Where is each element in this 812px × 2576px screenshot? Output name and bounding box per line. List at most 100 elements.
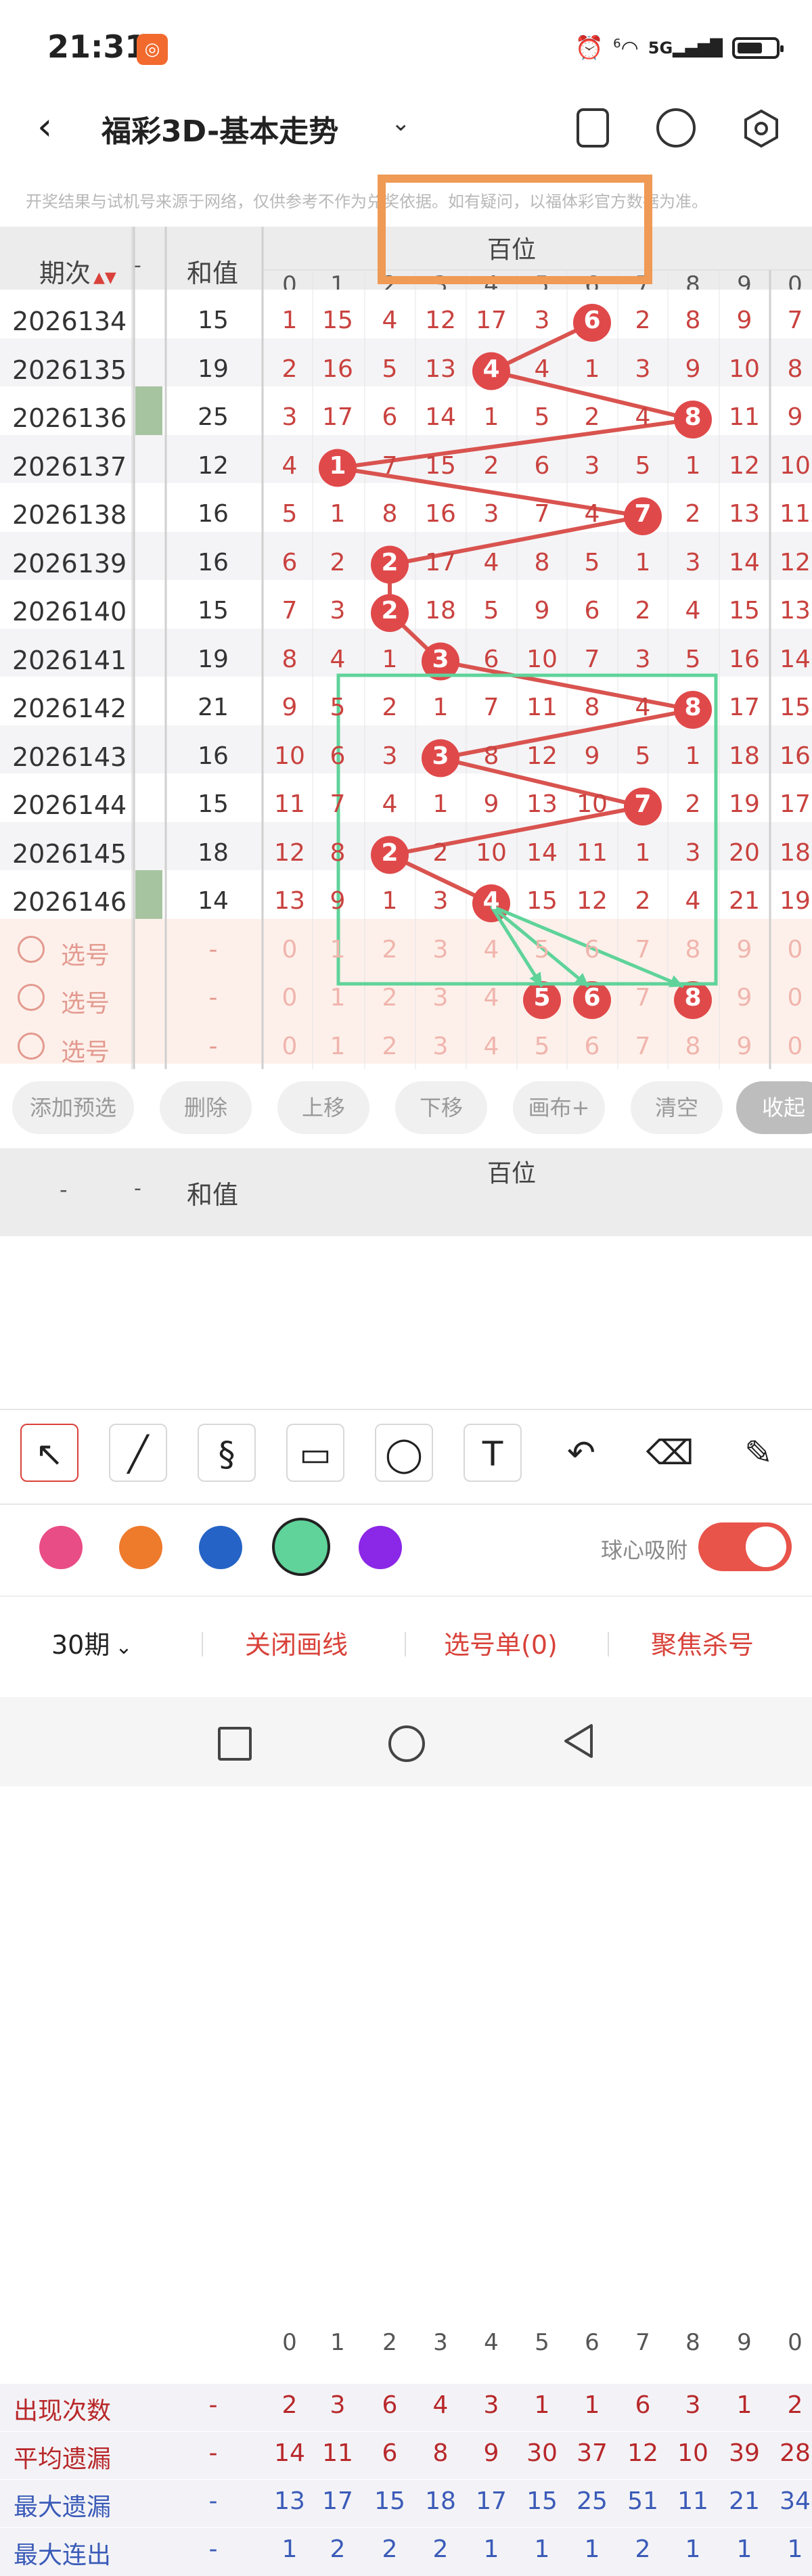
miss-count[interactable]: 8 (771, 355, 812, 383)
miss-count[interactable]: 4 (669, 597, 717, 625)
hit-ball[interactable]: 8 (669, 694, 717, 721)
miss-count[interactable]: 5 (568, 549, 616, 577)
miss-count[interactable]: 7 (266, 597, 313, 625)
miss-count[interactable]: 4 (619, 403, 667, 431)
miss-count[interactable]: 12 (518, 742, 566, 770)
miss-count[interactable]: 10 (468, 839, 515, 867)
select-radio[interactable] (18, 984, 45, 1011)
miss-count[interactable]: 6 (314, 742, 361, 770)
miss-count[interactable]: 16 (417, 500, 464, 528)
miss-count[interactable]: 10 (721, 355, 768, 383)
home-icon[interactable] (388, 1725, 425, 1762)
miss-count[interactable]: 15 (314, 307, 361, 334)
miss-count[interactable]: 15 (771, 694, 812, 721)
miss-count[interactable]: 13 (721, 500, 768, 528)
color-swatch[interactable] (39, 1526, 83, 1569)
miss-count[interactable]: 3 (619, 646, 667, 673)
miss-count[interactable]: 7 (468, 694, 515, 721)
share-icon[interactable] (656, 108, 696, 148)
ticket-tab[interactable]: 选号单(0) (444, 1624, 558, 1661)
select-digit[interactable]: 3 (417, 936, 464, 964)
select-radio[interactable] (18, 1032, 45, 1060)
hit-ball[interactable]: 2 (366, 597, 413, 625)
miss-count[interactable]: 6 (468, 646, 515, 673)
miss-count[interactable]: 17 (771, 790, 812, 818)
color-swatch[interactable] (359, 1526, 402, 1569)
miss-count[interactable]: 19 (721, 790, 768, 818)
add-preselect-button[interactable]: 添加预选 (12, 1081, 134, 1134)
miss-count[interactable]: 9 (669, 355, 717, 383)
miss-count[interactable]: 5 (314, 694, 361, 721)
select-digit[interactable]: 3 (417, 1033, 464, 1060)
miss-count[interactable]: 4 (366, 790, 413, 818)
miss-count[interactable]: 8 (366, 500, 413, 528)
miss-count[interactable]: 6 (366, 403, 413, 431)
miss-count[interactable]: 3 (619, 355, 667, 383)
miss-count[interactable]: 1 (266, 307, 313, 334)
miss-count[interactable]: 3 (568, 452, 616, 480)
select-digit[interactable]: 0 (771, 984, 812, 1012)
brush-icon[interactable]: ✎ (729, 1424, 788, 1482)
delete-button[interactable]: 删除 (160, 1081, 252, 1134)
hit-ball[interactable]: 1 (314, 452, 361, 480)
miss-count[interactable]: 4 (669, 887, 717, 915)
miss-count[interactable]: 1 (619, 549, 667, 577)
period-selector[interactable]: 30期 ⌄ (51, 1624, 133, 1661)
hit-ball[interactable]: 2 (366, 839, 413, 867)
select-digit[interactable]: 1 (314, 936, 361, 964)
miss-count[interactable]: 5 (366, 355, 413, 383)
select-digit[interactable]: 7 (619, 936, 667, 964)
miss-count[interactable]: 15 (417, 452, 464, 480)
select-digit[interactable]: 8 (669, 936, 717, 964)
miss-count[interactable]: 10 (518, 646, 566, 673)
miss-count[interactable]: 13 (518, 790, 566, 818)
hit-ball[interactable]: 2 (366, 549, 413, 577)
miss-count[interactable]: 15 (721, 597, 768, 625)
select-digit[interactable]: 2 (366, 1033, 413, 1060)
select-digit[interactable]: 6 (568, 1033, 616, 1060)
picked-ball[interactable]: 8 (669, 984, 717, 1012)
hit-ball[interactable]: 8 (669, 403, 717, 431)
select-digit[interactable]: 8 (669, 1033, 717, 1060)
line-icon[interactable]: ╱ (109, 1424, 167, 1482)
hit-ball[interactable]: 3 (417, 646, 464, 673)
miss-count[interactable]: 8 (518, 549, 566, 577)
miss-count[interactable]: 2 (619, 307, 667, 334)
miss-count[interactable]: 5 (619, 742, 667, 770)
recents-icon[interactable] (218, 1727, 252, 1761)
select-digit[interactable]: 5 (518, 1033, 566, 1060)
miss-count[interactable]: 18 (721, 742, 768, 770)
miss-count[interactable]: 2 (619, 887, 667, 915)
miss-count[interactable]: 8 (468, 742, 515, 770)
miss-count[interactable]: 3 (518, 307, 566, 334)
miss-count[interactable]: 4 (366, 307, 413, 334)
miss-count[interactable]: 7 (366, 452, 413, 480)
miss-count[interactable]: 2 (417, 839, 464, 867)
sort-icon[interactable]: ▲▼ (93, 269, 116, 286)
miss-count[interactable]: 17 (417, 549, 464, 577)
miss-count[interactable]: 8 (314, 839, 361, 867)
back-icon[interactable]: ‹ (37, 105, 52, 149)
rectangle-icon[interactable]: ▭ (286, 1424, 344, 1482)
miss-count[interactable]: 10 (771, 452, 812, 480)
select-radio[interactable] (18, 935, 45, 963)
select-digit[interactable]: 1 (314, 984, 361, 1012)
miss-count[interactable]: 5 (266, 500, 313, 528)
miss-count[interactable]: 9 (721, 307, 768, 334)
miss-count[interactable]: 1 (619, 839, 667, 867)
miss-count[interactable]: 3 (314, 597, 361, 625)
move-up-button[interactable]: 上移 (277, 1081, 369, 1134)
miss-count[interactable]: 12 (771, 549, 812, 577)
miss-count[interactable]: 4 (518, 355, 566, 383)
select-digit[interactable]: 9 (721, 936, 768, 964)
undo-icon[interactable]: ↶ (552, 1424, 610, 1482)
miss-count[interactable]: 6 (266, 549, 313, 577)
miss-count[interactable]: 4 (314, 646, 361, 673)
miss-count[interactable]: 4 (266, 452, 313, 480)
move-down-button[interactable]: 下移 (395, 1081, 487, 1134)
select-digit[interactable]: 3 (417, 984, 464, 1012)
miss-count[interactable]: 1 (366, 887, 413, 915)
miss-count[interactable]: 4 (468, 549, 515, 577)
miss-count[interactable]: 9 (468, 790, 515, 818)
miss-count[interactable]: 13 (417, 355, 464, 383)
